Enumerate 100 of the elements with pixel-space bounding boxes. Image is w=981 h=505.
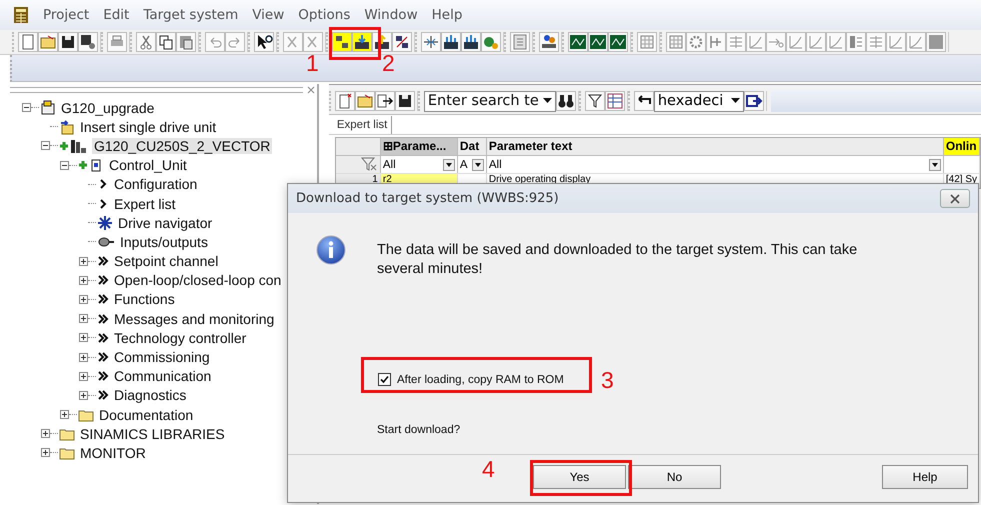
expand-box-icon[interactable] xyxy=(79,256,88,266)
tree-item[interactable]: Insert single drive unit xyxy=(78,118,218,135)
expand-box-icon[interactable] xyxy=(79,294,88,304)
expand-box-icon[interactable] xyxy=(79,352,88,362)
copy-icon[interactable] xyxy=(156,32,176,52)
menu-item[interactable]: Edit xyxy=(103,7,130,23)
close-icon[interactable] xyxy=(950,194,960,204)
folder-icon[interactable] xyxy=(354,91,375,111)
tree-item[interactable]: G120_CU250S_2_VECTOR xyxy=(92,138,272,154)
checkbox[interactable] xyxy=(378,373,391,386)
expand-box-icon[interactable] xyxy=(79,333,88,342)
menu-item[interactable]: Options xyxy=(298,7,350,23)
curve-icon[interactable] xyxy=(886,32,906,52)
dialog-button[interactable]: No xyxy=(628,464,721,488)
binoculars-icon[interactable] xyxy=(556,91,576,111)
menu-item[interactable]: View xyxy=(252,7,284,23)
printer-icon[interactable] xyxy=(107,32,127,52)
expand-box-icon[interactable] xyxy=(41,448,50,458)
square-icon[interactable] xyxy=(926,32,946,52)
collapse-box-icon[interactable] xyxy=(41,141,50,150)
filter-dropdown[interactable]: All xyxy=(380,156,458,173)
curve-icon[interactable] xyxy=(826,32,846,52)
tree-item[interactable]: G120_upgrade xyxy=(59,100,156,116)
tree-item[interactable]: Documentation xyxy=(97,406,196,423)
menu-item[interactable]: Help xyxy=(432,7,462,23)
tablet-icon[interactable] xyxy=(510,32,530,52)
tree-item[interactable]: Open-loop/closed-loop con xyxy=(112,272,284,288)
filter-dropdown[interactable]: A xyxy=(458,156,487,173)
tree-item[interactable]: MONITOR xyxy=(78,444,148,461)
expand-box-icon[interactable] xyxy=(41,429,50,438)
folder-icon[interactable] xyxy=(38,32,58,52)
menu-item[interactable]: Project xyxy=(43,7,90,23)
collapse-box-icon[interactable] xyxy=(22,103,31,112)
tree-item[interactable]: Inputs/outputs xyxy=(118,234,210,250)
chart-up-icon[interactable] xyxy=(441,32,461,52)
tree-item[interactable]: Technology controller xyxy=(112,330,248,346)
redo-icon[interactable] xyxy=(225,32,245,52)
scissors-icon[interactable] xyxy=(136,32,156,52)
expand-box-icon[interactable] xyxy=(79,390,88,400)
people-icon[interactable] xyxy=(539,32,559,52)
tree-item[interactable]: Drive navigator xyxy=(116,214,214,231)
disk-gear-icon[interactable] xyxy=(78,32,98,52)
tree-item[interactable]: Configuration xyxy=(112,176,200,192)
page-icon[interactable] xyxy=(18,32,38,52)
scope-icon[interactable] xyxy=(588,32,608,52)
help-pointer-icon[interactable] xyxy=(254,32,274,52)
expand-box-icon[interactable] xyxy=(79,314,88,324)
menu-item[interactable]: Target system xyxy=(143,7,238,23)
caret-icon[interactable] xyxy=(542,98,552,104)
download-icon[interactable] xyxy=(352,32,372,52)
export-icon[interactable] xyxy=(374,91,395,111)
paste-icon[interactable] xyxy=(176,32,196,52)
lines-icon[interactable] xyxy=(726,32,746,52)
bars-icon[interactable] xyxy=(846,32,866,52)
expand-box-icon[interactable] xyxy=(79,276,88,285)
grid-icon[interactable] xyxy=(637,32,657,52)
dialog-button[interactable]: Help xyxy=(882,464,968,488)
tree-item[interactable]: Diagnostics xyxy=(112,387,188,404)
compare-icon[interactable] xyxy=(392,32,412,52)
tree-item[interactable]: Functions xyxy=(112,291,177,308)
column-header: Dat xyxy=(458,138,487,155)
scope-icon[interactable] xyxy=(608,32,628,52)
curve-icon[interactable] xyxy=(746,32,766,52)
menu-item[interactable]: Window xyxy=(364,7,418,23)
tree-item[interactable]: Commissioning xyxy=(112,349,212,366)
number-format-dropdown[interactable]: hexadeci xyxy=(654,90,744,112)
valve-icon[interactable] xyxy=(706,32,726,52)
chart-up-icon[interactable] xyxy=(461,32,481,52)
caret-icon[interactable] xyxy=(442,158,455,170)
scope-icon[interactable] xyxy=(568,32,588,52)
split-icon[interactable] xyxy=(421,32,441,52)
filter-dropdown[interactable]: All xyxy=(486,156,944,173)
tree-item[interactable]: Setpoint channel xyxy=(112,253,220,270)
tree-item[interactable]: SINAMICS LIBRARIES xyxy=(78,426,227,442)
dialog-button[interactable]: Yes xyxy=(533,464,626,488)
caret-icon[interactable] xyxy=(730,98,740,104)
tree-item[interactable]: Control_Unit xyxy=(107,157,189,174)
expand-box-icon[interactable] xyxy=(79,372,88,381)
collapse-box-icon[interactable] xyxy=(60,160,69,170)
curve-icon[interactable] xyxy=(806,32,826,52)
close-button[interactable] xyxy=(940,189,970,208)
curve-icon[interactable] xyxy=(906,32,926,52)
tree-item[interactable]: Communication xyxy=(112,368,214,384)
grid-icon[interactable] xyxy=(666,32,686,52)
undo-icon[interactable] xyxy=(205,32,225,52)
trace-icon[interactable] xyxy=(481,32,501,52)
new-list-icon[interactable] xyxy=(334,91,355,111)
gear-icon[interactable] xyxy=(686,32,706,52)
tree-item[interactable]: Messages and monitoring xyxy=(112,310,276,327)
table-icon[interactable] xyxy=(604,91,625,111)
checkbox-label: After loading, copy RAM to ROM xyxy=(397,374,564,386)
lines-icon[interactable] xyxy=(866,32,886,52)
filter-icon[interactable] xyxy=(584,91,605,111)
curve-icon[interactable] xyxy=(786,32,806,52)
close-icon[interactable] xyxy=(306,86,315,94)
search-field[interactable]: Enter search te xyxy=(424,90,556,112)
expand-box-icon[interactable] xyxy=(60,410,69,420)
caret-icon[interactable] xyxy=(928,158,941,170)
caret-icon[interactable] xyxy=(472,158,484,170)
tree-item[interactable]: Expert list xyxy=(112,196,178,212)
